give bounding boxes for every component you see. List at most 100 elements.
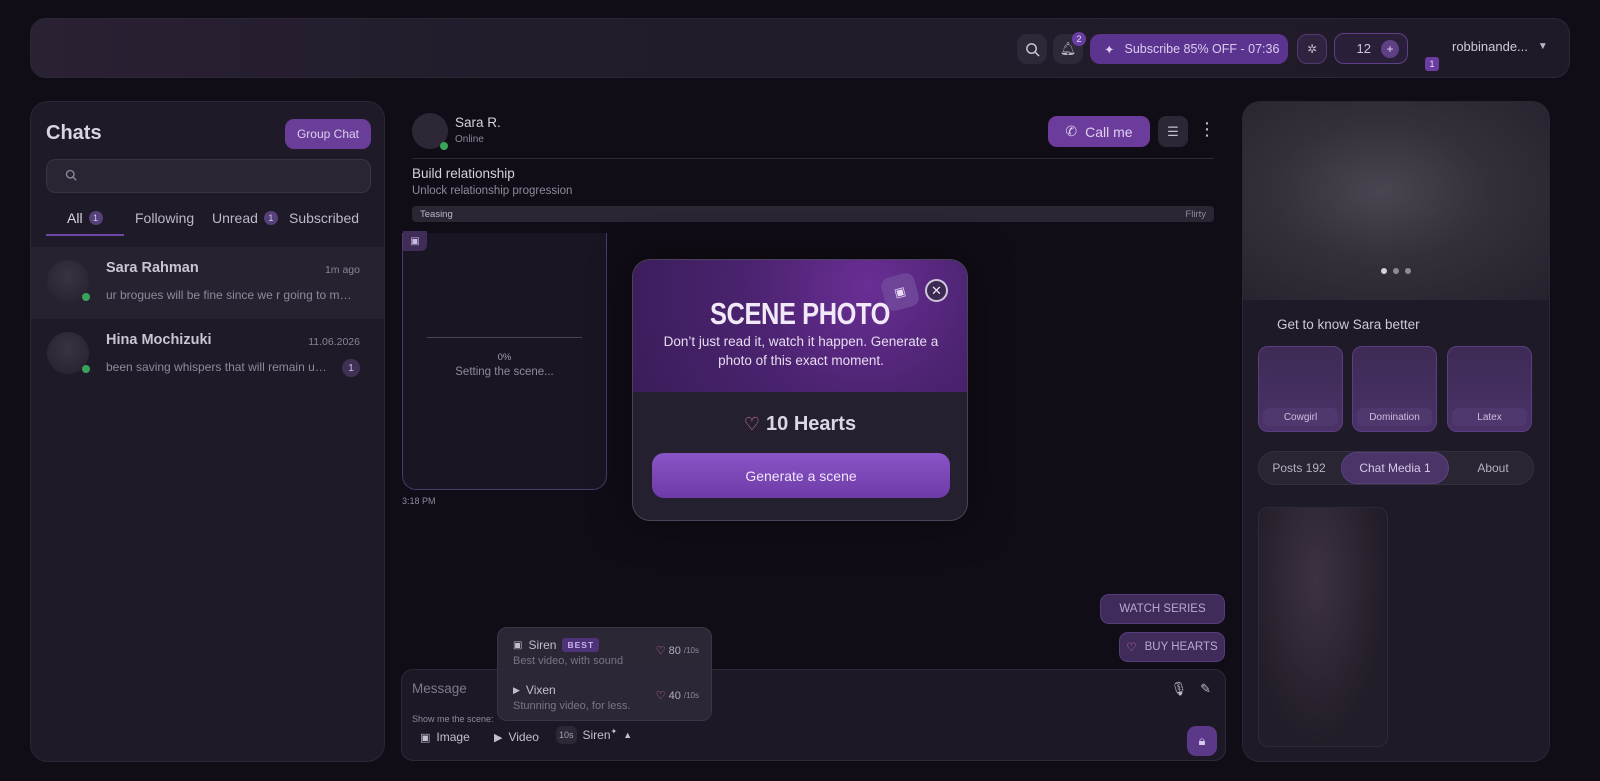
model-option-siren[interactable]: ▣ Siren BEST Best video, with sound ♡ 80… xyxy=(513,638,703,667)
relationship-progress: Teasing Flirty xyxy=(412,206,1214,222)
scenario-card-latex[interactable]: Latex xyxy=(1447,346,1532,432)
buy-hearts-button[interactable]: ♡ BUY HEARTS xyxy=(1119,632,1225,662)
selected-model: Siren xyxy=(582,728,611,742)
video-label: Video xyxy=(508,730,539,744)
image-icon: ▣ xyxy=(403,231,427,251)
image-label: Image xyxy=(436,730,470,744)
tab-following[interactable]: Following xyxy=(135,210,194,226)
scene-generation-card: ▣ 0% Setting the scene... xyxy=(402,231,607,490)
tab-unread[interactable]: Unread 1 xyxy=(212,210,278,226)
search-button[interactable] xyxy=(1017,34,1047,64)
video-icon: ▶ xyxy=(494,731,503,744)
subscribe-button[interactable]: ✦ Subscribe 85% OFF - 07:36 xyxy=(1090,34,1288,64)
generate-scene-button[interactable]: Generate a scene xyxy=(652,453,950,498)
phone-icon: ✆ xyxy=(1065,123,1078,139)
online-indicator xyxy=(82,365,90,373)
microphone-icon[interactable]: 🎙︎ xyxy=(1170,681,1187,697)
more-vertical-icon: ⋮ xyxy=(1198,119,1216,139)
watch-series-label: WATCH SERIES xyxy=(1119,603,1206,615)
duration-chip[interactable]: 10s xyxy=(556,726,577,744)
add-hearts-button[interactable]: + xyxy=(1381,39,1399,58)
sparkle-icon: ✦ xyxy=(610,726,618,736)
chat-search-input[interactable] xyxy=(46,159,371,193)
user-menu[interactable]: robbinande... ▼ xyxy=(1452,39,1548,54)
model-name: Siren xyxy=(528,638,557,652)
chats-panel: Chats Group Chat All 1 Following Unread … xyxy=(30,101,385,762)
scenario-card-cowgirl[interactable]: Cowgirl xyxy=(1258,346,1343,432)
heart-icon: ♡ xyxy=(743,414,761,434)
send-button[interactable]: 🔒︎ xyxy=(1187,726,1217,756)
chat-time: 1m ago xyxy=(324,264,360,276)
buy-hearts-label: BUY HEARTS xyxy=(1144,641,1218,653)
user-badge: 1 xyxy=(1425,57,1439,71)
scenario-label: Domination xyxy=(1357,408,1432,426)
message-timestamp: 3:18 PM xyxy=(402,496,436,506)
model-price: ♡ 40/10s xyxy=(656,689,699,703)
unread-badge: 1 xyxy=(342,359,360,377)
filter-button[interactable]: ☰ xyxy=(1158,116,1188,147)
settings-button[interactable]: ✲ xyxy=(1297,34,1327,64)
carousel-dot[interactable] xyxy=(1393,268,1399,274)
profile-tabs: Posts 192 Chat Media 1 About xyxy=(1258,451,1534,485)
video-icon: ▣ xyxy=(513,639,523,651)
more-options-button[interactable]: ⋮ xyxy=(1198,119,1216,145)
chat-time: 11.06.2026 xyxy=(308,336,360,348)
tab-underline xyxy=(46,234,124,236)
price-value: 80 xyxy=(668,644,681,657)
chat-item-hina[interactable]: Hina Mochizuki 11.06.2026 been saving wh… xyxy=(31,319,384,391)
tab-chat-media[interactable]: Chat Media 1 xyxy=(1341,452,1449,484)
gear-icon: ✲ xyxy=(1306,42,1318,56)
chat-preview: been saving whispers that will remain un… xyxy=(106,360,328,374)
online-indicator xyxy=(440,142,448,150)
tab-all[interactable]: All 1 xyxy=(67,210,103,226)
tab-posts[interactable]: Posts 192 xyxy=(1259,452,1339,484)
best-badge: BEST xyxy=(562,638,600,652)
modal-title: SCENE PHOTO xyxy=(709,296,891,331)
divider xyxy=(412,158,1214,159)
video-option[interactable]: ▶ Video xyxy=(494,730,539,744)
know-title: Get to know Sara better xyxy=(1277,317,1420,332)
chat-name: Hina Mochizuki xyxy=(106,332,212,348)
tab-count: 1 xyxy=(88,211,103,225)
message-input[interactable]: Message xyxy=(412,681,467,696)
chat-preview: ur brogues will be fine since we r going… xyxy=(106,288,356,302)
price-label: 10 Hearts xyxy=(766,413,857,435)
subscribe-label: Subscribe 85% OFF - 07:36 xyxy=(1124,42,1280,56)
model-option-vixen[interactable]: ▶ Vixen Stunning video, for less. ♡ 40/1… xyxy=(513,683,703,712)
tab-count: 1 xyxy=(263,211,278,225)
model-selector[interactable]: 10s Siren ✦ ▲ xyxy=(556,726,632,744)
search-icon xyxy=(65,169,77,184)
contact-name: Sara R. xyxy=(455,115,501,130)
scenario-label: Latex xyxy=(1452,408,1527,426)
image-option[interactable]: ▣ Image xyxy=(420,730,470,744)
heart-icon: ♡ xyxy=(1126,642,1137,654)
watch-series-button[interactable]: WATCH SERIES xyxy=(1100,594,1225,624)
call-button[interactable]: ✆ Call me xyxy=(1048,116,1150,147)
carousel-dot[interactable] xyxy=(1405,268,1411,274)
scene-progress-percent: 0% xyxy=(497,352,512,363)
contact-status: Online xyxy=(455,134,484,145)
group-chat-button[interactable]: Group Chat xyxy=(285,119,371,149)
show-scene-label: Show me the scene: xyxy=(412,714,494,724)
media-thumbnail[interactable] xyxy=(1258,507,1388,747)
tab-about[interactable]: About xyxy=(1453,452,1533,484)
price-unit: /10s xyxy=(683,691,699,700)
hearts-balance[interactable]: 12 + xyxy=(1334,33,1408,64)
tab-label: All xyxy=(67,210,83,226)
scene-status: Setting the scene... xyxy=(455,366,554,378)
tab-label: Following xyxy=(135,210,195,226)
magic-wand-icon[interactable]: ✎ xyxy=(1200,681,1211,697)
tab-label: Unread xyxy=(212,210,258,226)
scene-progress-bar xyxy=(427,337,582,338)
tab-subscribed[interactable]: Subscribed xyxy=(289,210,359,226)
price-value: 40 xyxy=(668,689,681,702)
relationship-subtitle: Unlock relationship progression xyxy=(412,185,573,197)
profile-panel: Get to know Sara better Cowgirl Dominati… xyxy=(1242,101,1550,762)
chevron-down-icon: ▼ xyxy=(1537,41,1548,52)
heart-icon: ♡ xyxy=(655,645,666,657)
scenario-card-domination[interactable]: Domination xyxy=(1352,346,1437,432)
chat-item-sara[interactable]: Sara Rahman 1m ago ur brogues will be fi… xyxy=(31,247,384,319)
carousel-dot[interactable] xyxy=(1381,268,1387,274)
chat-name: Sara Rahman xyxy=(106,260,199,276)
scenario-label: Cowgirl xyxy=(1263,408,1338,426)
